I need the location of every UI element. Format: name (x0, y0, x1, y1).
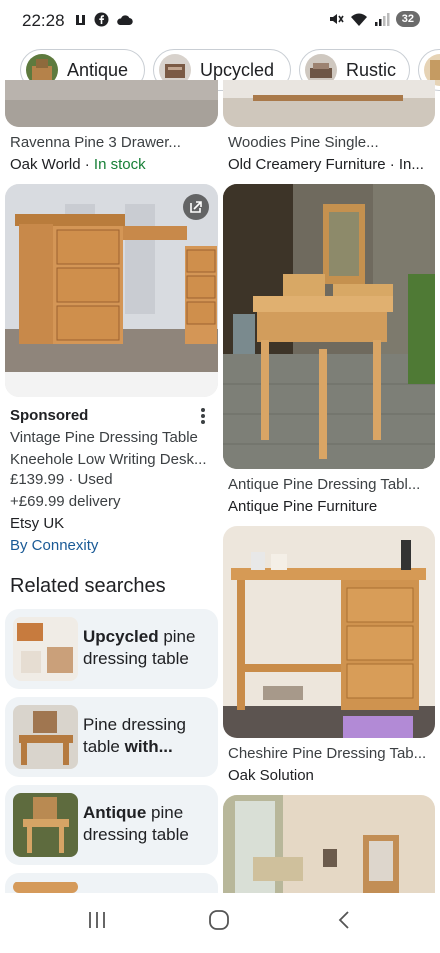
separator: · (80, 156, 94, 173)
result-image-woodies[interactable] (223, 80, 435, 127)
chip-label: Antique (67, 59, 129, 80)
related-search-thumbnail (13, 617, 78, 681)
more-options-icon[interactable] (198, 408, 208, 426)
system-navigation-bar (0, 893, 440, 953)
related-search-antique[interactable]: Antique pine dressing table (5, 785, 218, 865)
system-icons: 32 (328, 11, 420, 27)
chip-label: Rustic (346, 59, 397, 80)
ad-title-line2[interactable]: Kneehole Low Writing Desk... (10, 451, 207, 468)
open-external-button[interactable] (183, 194, 209, 220)
result-title[interactable]: Cheshire Pine Dressing Tab... (228, 745, 426, 762)
related-search-thumbnail (13, 881, 78, 893)
open-external-icon (190, 201, 202, 213)
battery-indicator: 32 (395, 11, 420, 27)
sponsored-label: Sponsored (10, 407, 89, 424)
result-image-cheshire-pine[interactable] (223, 526, 435, 738)
back-icon[interactable] (334, 909, 356, 931)
result-source: Antique Pine Furniture (228, 498, 378, 515)
result-source: Oak Solution (228, 767, 314, 784)
related-search-bold: with... (124, 737, 173, 756)
related-searches-heading: Related searches (10, 575, 166, 597)
result-source: Oak World · In stock (10, 156, 146, 173)
notification-icon (76, 14, 85, 25)
result-image-bedroom[interactable] (223, 795, 435, 893)
ad-attribution-link[interactable]: By Connexity (10, 537, 98, 554)
related-search-pine-with[interactable]: Pine dressing table with... (5, 697, 218, 777)
result-image-ravenna[interactable] (5, 80, 218, 127)
related-search-bold: Upcycled (83, 627, 159, 646)
related-search-bold: Antique (83, 803, 147, 822)
result-source: Old Creamery Furniture · In... (228, 156, 424, 173)
status-bar: 22:28 32 (0, 0, 440, 42)
ad-title-line1[interactable]: Vintage Pine Dressing Table (10, 429, 198, 446)
ad-seller: Etsy UK (10, 515, 65, 532)
stock-status: In stock (93, 156, 146, 173)
home-icon[interactable] (208, 909, 230, 931)
wifi-icon (350, 13, 367, 26)
related-search-thumbnail (13, 793, 78, 857)
related-search-text: Antique pine dressing table (83, 802, 213, 846)
ad-price: £139.99 · Used (10, 471, 113, 488)
cloud-icon (117, 14, 133, 25)
ad-delivery: +£69.99 delivery (10, 493, 121, 510)
notification-icons (74, 12, 133, 27)
related-search-upcycled[interactable]: Upcycled pine dressing table (5, 609, 218, 689)
related-search-partial[interactable] (5, 873, 218, 893)
result-title[interactable]: Woodies Pine Single... (228, 134, 379, 151)
status-time: 22:28 (22, 11, 65, 30)
mute-icon (329, 14, 344, 24)
result-title[interactable]: Antique Pine Dressing Tabl... (228, 476, 420, 493)
related-search-text: Upcycled pine dressing table (83, 626, 213, 670)
result-seller: Oak World (10, 156, 81, 173)
related-search-text: Pine dressing table with... (83, 714, 213, 758)
signal-icon (374, 12, 390, 26)
related-search-thumbnail (13, 705, 78, 769)
facebook-icon (94, 12, 109, 27)
chip-label: Upcycled (200, 59, 275, 80)
result-image-antique-pine[interactable] (223, 184, 435, 469)
recent-apps-icon[interactable] (86, 909, 108, 931)
result-title[interactable]: Ravenna Pine 3 Drawer... (10, 134, 181, 151)
